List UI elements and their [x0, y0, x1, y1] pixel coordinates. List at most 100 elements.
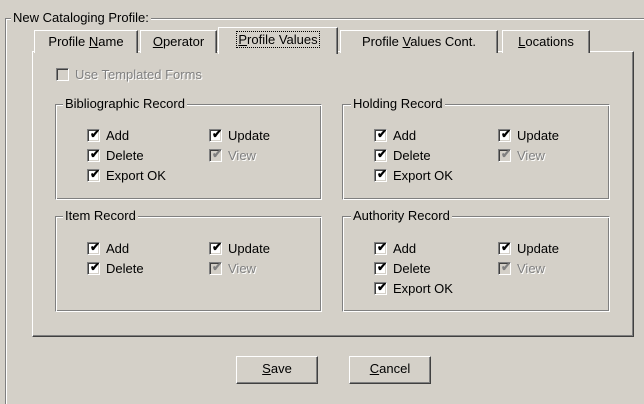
checkbox-box: ✔ [374, 127, 388, 142]
holding-export-label: Export OK [393, 168, 453, 183]
save-button[interactable]: Save [236, 356, 318, 384]
holding-view-label: View [517, 148, 545, 163]
bibliographic-export-checkbox[interactable]: ✔ Export OK [87, 167, 166, 184]
check-icon: ✔ [501, 240, 512, 254]
item-delete-checkbox[interactable]: ✔ Delete [87, 260, 144, 277]
tab-locations-label: Locations [518, 34, 574, 49]
checkbox-box: ✔ [374, 147, 388, 162]
holding-delete-label: Delete [393, 148, 431, 163]
checkbox-box: ✔ [87, 147, 101, 162]
check-icon: ✔ [212, 147, 223, 161]
tab-profile-name[interactable]: Profile Name [34, 30, 138, 53]
holding-update-checkbox[interactable]: ✔ Update [498, 127, 559, 144]
bibliographic-view-checkbox[interactable]: ✔ View [209, 147, 256, 164]
checkbox-box: ✔ [87, 167, 101, 182]
cancel-button-label: ancel [379, 361, 411, 376]
checkbox-box: ✔ [209, 127, 223, 142]
item-add-checkbox[interactable]: ✔ Add [87, 240, 130, 257]
check-icon: ✔ [377, 127, 388, 141]
item-delete-label: Delete [106, 261, 144, 276]
bibliographic-delete-label: Delete [106, 148, 144, 163]
bibliographic-export-label: Export OK [106, 168, 166, 183]
cancel-button[interactable]: Cancel [349, 356, 431, 384]
check-icon: ✔ [377, 240, 388, 254]
authority-update-checkbox[interactable]: ✔ Update [498, 240, 559, 257]
checkbox-box: ✔ [498, 240, 512, 255]
tab-operator[interactable]: Operator [140, 30, 217, 53]
checkbox-box: ✔ [87, 240, 101, 255]
check-icon: ✔ [377, 167, 388, 181]
item-view-label: View [228, 261, 256, 276]
checkbox-box: ✔ [498, 147, 512, 162]
checkbox-box: ✔ [87, 260, 101, 275]
bibliographic-add-checkbox[interactable]: ✔ Add [87, 127, 130, 144]
checkbox-box: ✔ [209, 240, 223, 255]
authority-export-label: Export OK [393, 281, 453, 296]
item-record-legend: Item Record [63, 208, 138, 223]
checkbox-box: ✔ [374, 260, 388, 275]
checkbox-box: ✔ [498, 127, 512, 142]
checkbox-box: ✔ [87, 127, 101, 142]
authority-add-label: Add [393, 241, 417, 256]
holding-delete-checkbox[interactable]: ✔ Delete [374, 147, 431, 164]
check-icon: ✔ [501, 147, 512, 161]
use-templated-forms-checkbox[interactable]: Use Templated Forms [56, 67, 202, 83]
save-button-key: S [262, 361, 271, 376]
authority-update-label: Update [517, 241, 559, 256]
tab-operator-label: Operator [152, 34, 205, 49]
tab-profile-values-cont-label: Profile Values Cont. [362, 34, 476, 49]
use-templated-forms-label: Use Templated Forms [75, 67, 202, 82]
checkbox-box: ✔ [374, 167, 388, 182]
check-icon: ✔ [90, 127, 101, 141]
bibliographic-view-label: View [228, 148, 256, 163]
item-view-checkbox[interactable]: ✔ View [209, 260, 256, 277]
item-update-label: Update [228, 241, 270, 256]
check-icon: ✔ [212, 127, 223, 141]
check-icon: ✔ [377, 280, 388, 294]
check-icon: ✔ [377, 147, 388, 161]
bibliographic-add-label: Add [106, 128, 130, 143]
authority-delete-label: Delete [393, 261, 431, 276]
bibliographic-record-legend: Bibliographic Record [63, 96, 187, 111]
authority-view-label: View [517, 261, 545, 276]
authority-record-legend: Authority Record [351, 208, 452, 223]
check-icon: ✔ [377, 260, 388, 274]
bibliographic-delete-checkbox[interactable]: ✔ Delete [87, 147, 144, 164]
holding-add-label: Add [393, 128, 417, 143]
checkbox-box: ✔ [374, 240, 388, 255]
check-icon: ✔ [501, 260, 512, 274]
checkbox-box: ✔ [209, 147, 223, 162]
holding-export-checkbox[interactable]: ✔ Export OK [374, 167, 453, 184]
bibliographic-update-label: Update [228, 128, 270, 143]
cancel-button-key: C [369, 361, 380, 376]
checkbox-box: ✔ [209, 260, 223, 275]
item-add-label: Add [106, 241, 130, 256]
holding-update-label: Update [517, 128, 559, 143]
holding-add-checkbox[interactable]: ✔ Add [374, 127, 417, 144]
item-update-checkbox[interactable]: ✔ Update [209, 240, 270, 257]
check-icon: ✔ [501, 127, 512, 141]
tab-profile-values-label: Profile Values [236, 31, 320, 48]
authority-delete-checkbox[interactable]: ✔ Delete [374, 260, 431, 277]
checkbox-box [56, 68, 69, 81]
bibliographic-update-checkbox[interactable]: ✔ Update [209, 127, 270, 144]
checkbox-box: ✔ [498, 260, 512, 275]
new-cataloging-profile-legend: New Cataloging Profile: [11, 10, 151, 25]
tab-locations[interactable]: Locations [502, 30, 590, 53]
check-icon: ✔ [90, 260, 101, 274]
tab-profile-values[interactable]: Profile Values [218, 27, 338, 54]
authority-add-checkbox[interactable]: ✔ Add [374, 240, 417, 257]
holding-view-checkbox[interactable]: ✔ View [498, 147, 545, 164]
check-icon: ✔ [212, 240, 223, 254]
tab-profile-name-label: Profile Name [48, 34, 124, 49]
check-icon: ✔ [212, 260, 223, 274]
check-icon: ✔ [90, 147, 101, 161]
save-button-label: ave [270, 361, 292, 376]
holding-record-legend: Holding Record [351, 96, 445, 111]
check-icon: ✔ [90, 240, 101, 254]
check-icon: ✔ [90, 167, 101, 181]
tab-profile-values-cont[interactable]: Profile Values Cont. [340, 30, 498, 53]
checkbox-box: ✔ [374, 280, 388, 295]
authority-view-checkbox[interactable]: ✔ View [498, 260, 545, 277]
authority-export-checkbox[interactable]: ✔ Export OK [374, 280, 453, 297]
